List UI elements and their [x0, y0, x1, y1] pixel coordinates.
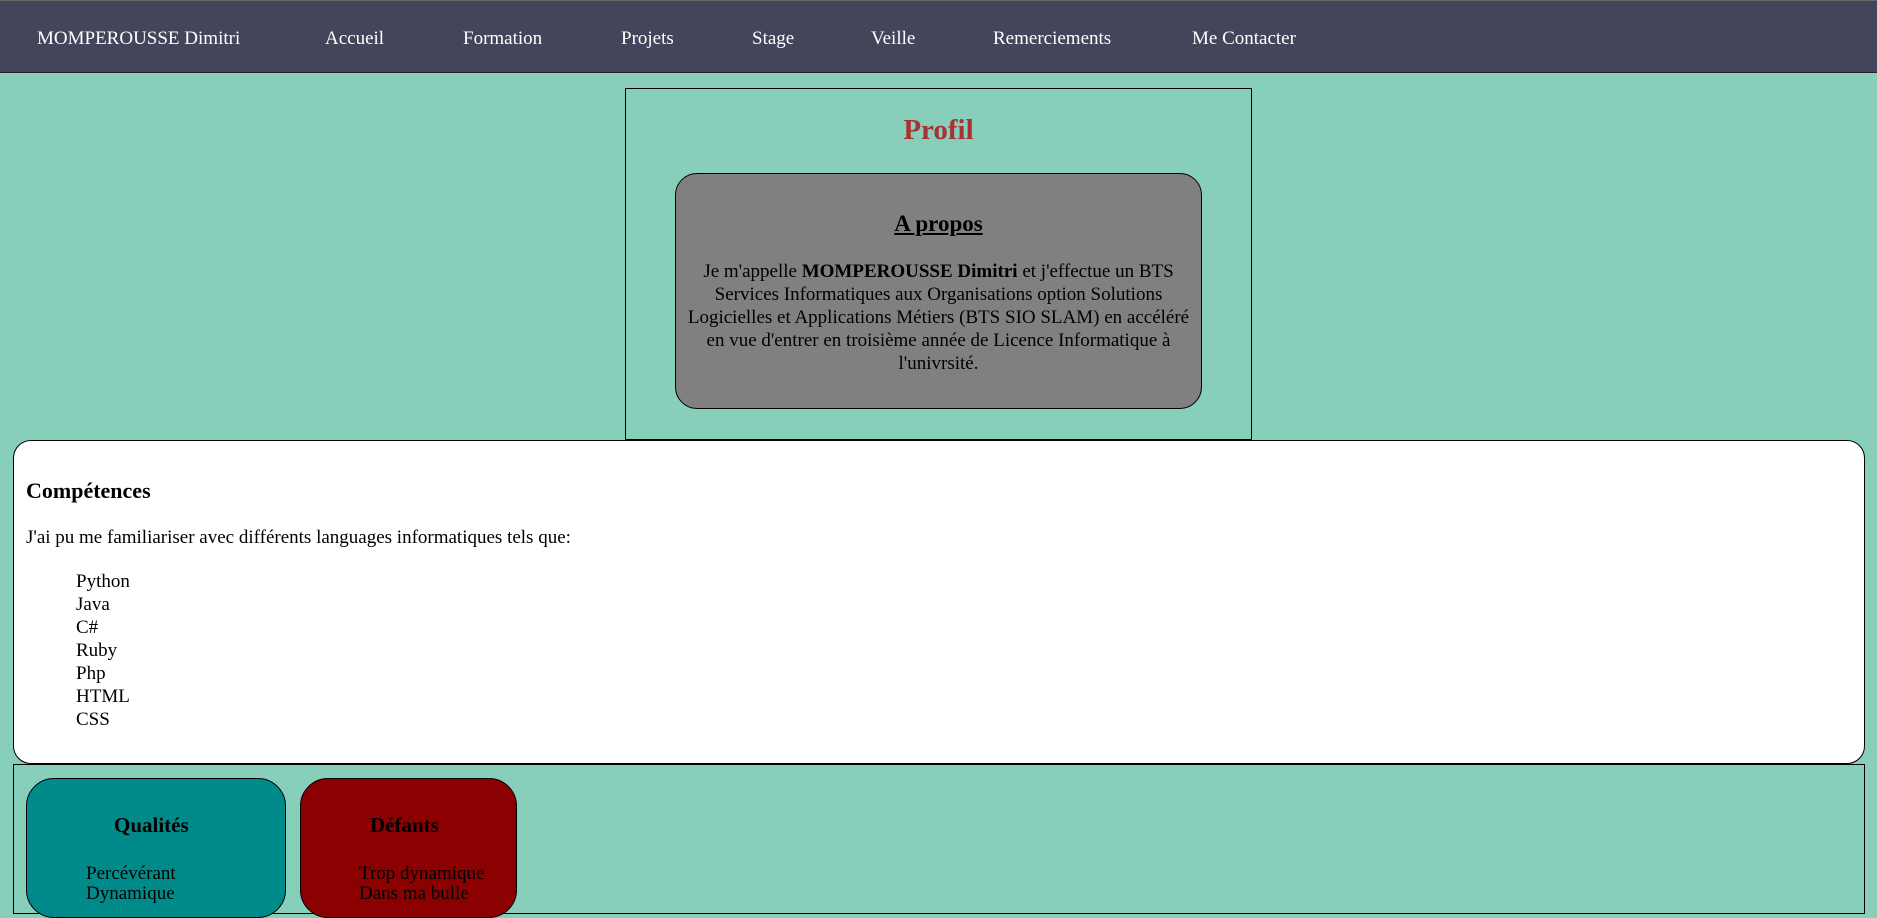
- qualites-list: Percévérant Dynamique: [86, 864, 176, 904]
- list-item-language: C#: [76, 617, 99, 638]
- nav-item-accueil[interactable]: Accueil: [325, 28, 384, 50]
- navbar: MOMPEROUSSE Dimitri Accueil Formation Pr…: [0, 0, 1877, 73]
- apropos-title: A propos: [894, 211, 983, 236]
- apropos-name: MOMPEROUSSE Dimitri: [801, 261, 1018, 282]
- languages-list: Python Java C# Ruby Php HTML CSS: [76, 570, 130, 731]
- nav-brand-link[interactable]: MOMPEROUSSE Dimitri: [37, 28, 240, 50]
- list-item-qualite: Percévérant: [86, 863, 176, 884]
- list-item-language: CSS: [76, 709, 110, 730]
- qualites-defauts-section: [13, 764, 1865, 914]
- apropos-text: Je m'appelle MOMPEROUSSE Dimitri et j'ef…: [684, 260, 1193, 375]
- list-item-language: Java: [76, 594, 110, 615]
- competences-section: [13, 440, 1865, 764]
- defauts-title: Défants: [370, 813, 439, 837]
- list-item-language: HTML: [76, 686, 130, 707]
- defauts-list: Trop dynamique Dans ma bulle: [359, 864, 484, 904]
- list-item-defaut: Dans ma bulle: [359, 883, 469, 904]
- apropos-text-before: Je m'appelle: [703, 261, 802, 282]
- nav-item-stage[interactable]: Stage: [752, 28, 794, 50]
- competences-title: Compétences: [26, 478, 151, 503]
- list-item-qualite: Dynamique: [86, 883, 175, 904]
- nav-item-me-contacter[interactable]: Me Contacter: [1192, 28, 1296, 50]
- list-item-language: Php: [76, 663, 106, 684]
- nav-item-projets[interactable]: Projets: [621, 28, 674, 50]
- list-item-defaut: Trop dynamique: [359, 863, 485, 884]
- nav-item-remerciements[interactable]: Remerciements: [993, 28, 1111, 50]
- list-item-language: Ruby: [76, 640, 118, 661]
- nav-item-veille[interactable]: Veille: [871, 28, 915, 50]
- nav-item-formation[interactable]: Formation: [463, 28, 542, 50]
- profil-title: Profil: [903, 114, 974, 146]
- list-item-language: Python: [76, 571, 130, 592]
- competences-intro: J'ai pu me familiariser avec différents …: [26, 527, 571, 548]
- qualites-title: Qualités: [114, 813, 189, 837]
